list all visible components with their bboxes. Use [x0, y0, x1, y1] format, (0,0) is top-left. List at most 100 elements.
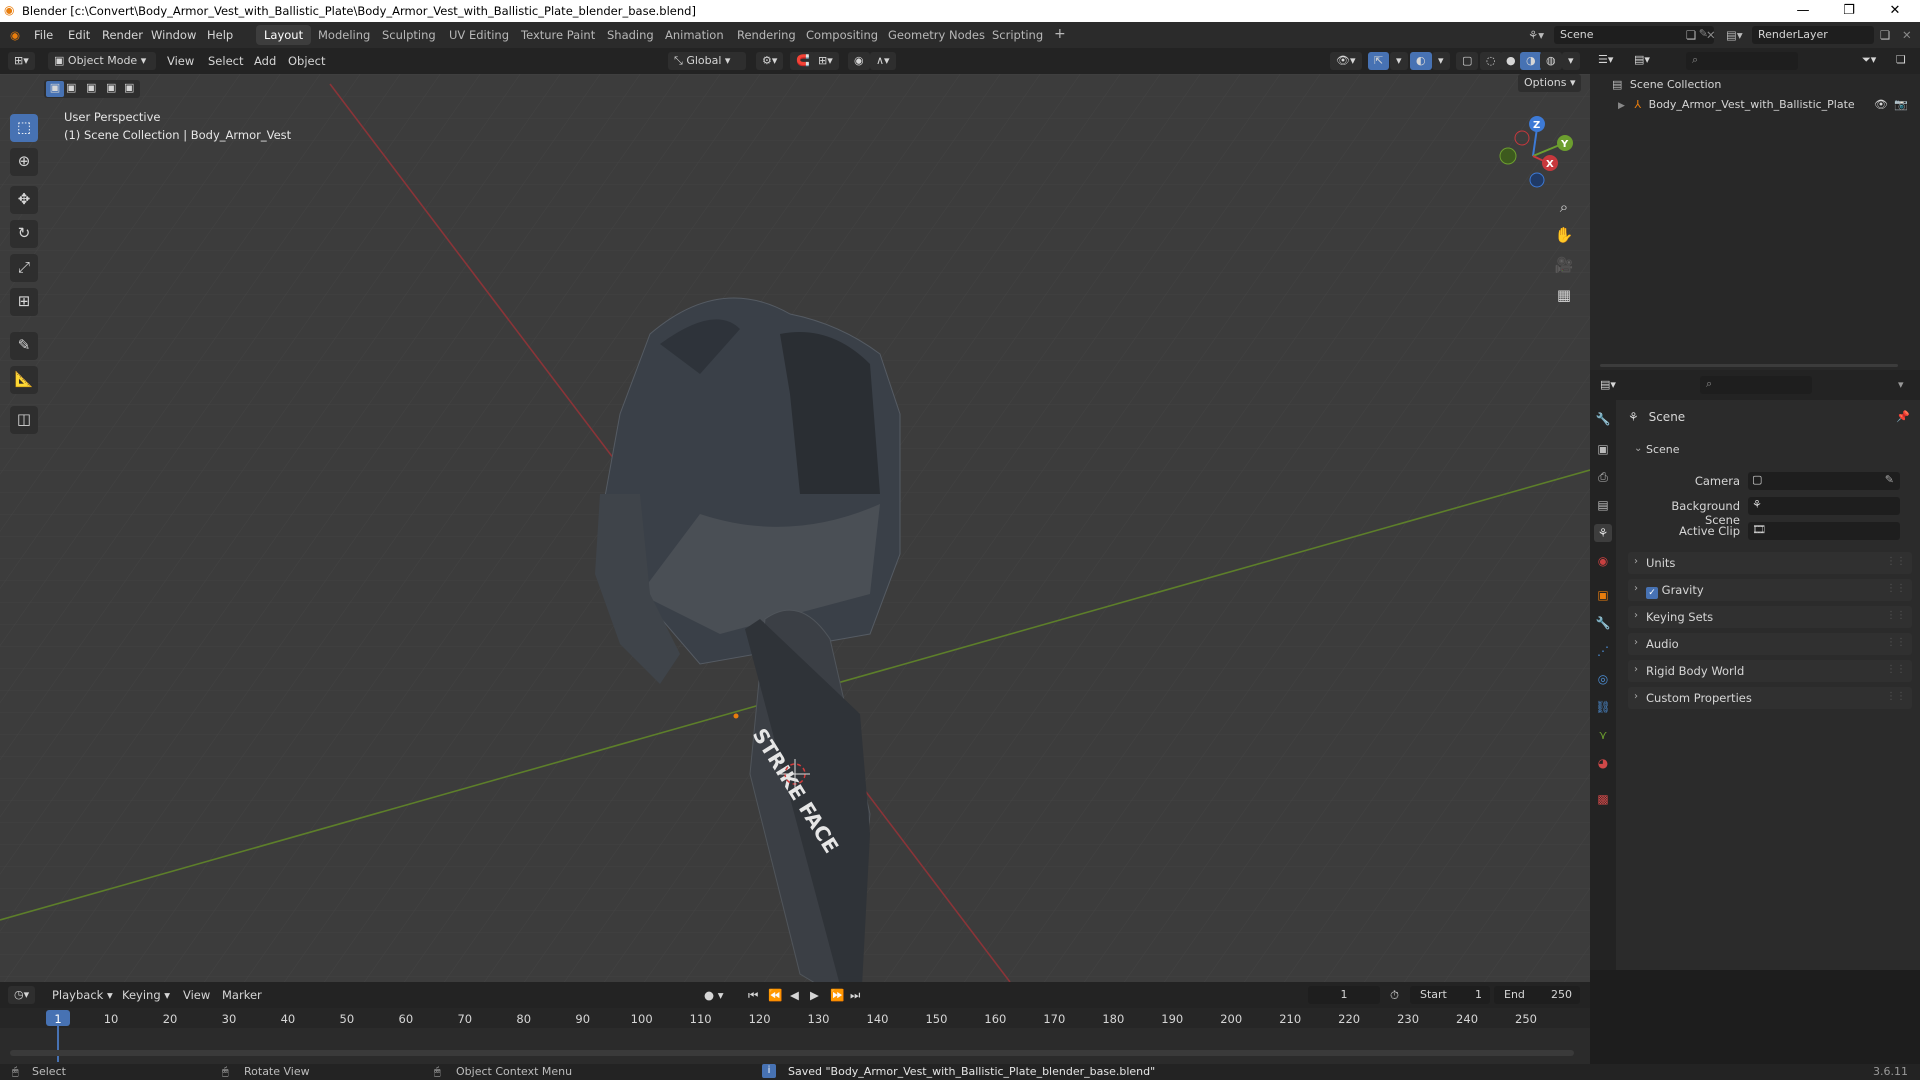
eyedropper-icon[interactable]: ✎	[1885, 473, 1894, 486]
menu-object[interactable]: Object	[288, 54, 325, 68]
audio-panel[interactable]: › Audio ⋮⋮	[1628, 633, 1912, 655]
outliner-item[interactable]: ▶ ⅄ Body_Armor_Vest_with_Ballistic_Plate…	[1618, 98, 1914, 116]
gizmo-toggle-icon[interactable]: ⇱	[1368, 52, 1390, 70]
camera-view-icon[interactable]: 🎥	[1550, 252, 1578, 278]
overlays-toggle-icon[interactable]: ◐	[1410, 52, 1432, 70]
modifier-tab-icon[interactable]: 🔧	[1594, 614, 1612, 632]
snap-target-icon[interactable]: ⊞▾	[812, 52, 839, 70]
camera-field[interactable]: ▢ ✎	[1748, 472, 1900, 490]
proportional-edit-icon[interactable]: ◉	[848, 52, 870, 70]
object-tab-icon[interactable]: ▣	[1594, 586, 1612, 604]
cursor-tool-icon[interactable]: ⊕	[10, 148, 38, 176]
scene-selector-icon[interactable]: ⚘▾	[1528, 28, 1544, 42]
material-tab-icon[interactable]: ◕	[1594, 754, 1612, 772]
new-collection-icon[interactable]: ❏	[1896, 53, 1906, 66]
outliner-scrollbar[interactable]	[1600, 364, 1898, 367]
play-icon[interactable]: ▶	[810, 988, 819, 1002]
current-frame-field[interactable]: 1	[1308, 986, 1380, 1004]
tab-geometry-nodes[interactable]: Geometry Nodes	[880, 25, 993, 45]
start-frame-field[interactable]: Start 1	[1410, 986, 1490, 1004]
falloff-icon[interactable]: ∧▾	[870, 52, 896, 70]
data-tab-icon[interactable]: ⋎	[1594, 726, 1612, 744]
move-tool-icon[interactable]: ✥	[10, 186, 38, 214]
tab-texture-paint[interactable]: Texture Paint	[513, 25, 603, 45]
maximize-button[interactable]: ❐	[1826, 0, 1872, 22]
timeline-scrollbar[interactable]	[10, 1050, 1574, 1056]
visibility-icon[interactable]: 👁▾	[1330, 52, 1362, 70]
close-button[interactable]: ✕	[1872, 0, 1918, 22]
select-extend-icon[interactable]: ▣	[66, 81, 76, 94]
timeline-editor-type-icon[interactable]: ◷▾	[8, 986, 36, 1004]
tab-modeling[interactable]: Modeling	[310, 25, 378, 45]
rotate-tool-icon[interactable]: ↻	[10, 220, 38, 248]
world-tab-icon[interactable]: ◉	[1594, 552, 1612, 570]
delete-scene-icon[interactable]: ✕	[1706, 28, 1716, 42]
tab-rendering[interactable]: Rendering	[729, 25, 804, 45]
zoom-icon[interactable]: ⌕	[1550, 194, 1578, 220]
orthographic-toggle-icon[interactable]: ▦	[1550, 282, 1578, 308]
visibility-eye-icon[interactable]: 👁	[1874, 98, 1888, 111]
gravity-panel[interactable]: › ✓ Gravity ⋮⋮	[1628, 579, 1912, 601]
display-mode-icon[interactable]: ▤▾	[1634, 53, 1650, 66]
timeline-body[interactable]: 1 10 20 30 40 50 60 70 80 90 100 110 120 130 140 150 160…	[0, 1008, 1590, 1064]
mode-dropdown[interactable]: ▣ Object Mode ▾	[48, 52, 156, 70]
add-cube-tool-icon[interactable]: ◫	[10, 406, 38, 434]
auto-keying-icon[interactable]: ● ▾	[704, 988, 723, 1002]
annotate-tool-icon[interactable]: ✎	[10, 332, 38, 360]
menu-select[interactable]: Select	[208, 54, 243, 68]
xray-toggle-icon[interactable]: ▢	[1456, 52, 1479, 70]
constraints-tab-icon[interactable]: ⛓	[1594, 698, 1612, 716]
tab-sculpting[interactable]: Sculpting	[374, 25, 444, 45]
output-tab-icon[interactable]: ⎙	[1594, 468, 1612, 486]
outliner-search-input[interactable]: ⌕	[1686, 52, 1798, 70]
filter-icon[interactable]: ⏷▾	[1862, 53, 1876, 67]
expand-arrow-icon[interactable]: ▶	[1618, 101, 1625, 111]
end-frame-field[interactable]: End 250	[1494, 986, 1580, 1004]
new-scene-icon[interactable]: ❏	[1686, 28, 1696, 42]
tab-layout[interactable]: Layout	[256, 25, 312, 45]
view-layer-tab-icon[interactable]: ▤	[1594, 496, 1612, 514]
particles-tab-icon[interactable]: ⋰	[1594, 642, 1612, 660]
scale-tool-icon[interactable]: ⤢	[10, 254, 38, 282]
outliner-editor-type-icon[interactable]: ☰▾	[1598, 53, 1613, 66]
rigid-body-world-panel[interactable]: › Rigid Body World ⋮⋮	[1628, 660, 1912, 682]
rendered-shading-icon[interactable]: ◍	[1540, 52, 1562, 70]
properties-editor-type-icon[interactable]: ▤▾	[1600, 378, 1616, 391]
new-view-layer-icon[interactable]: ❏	[1880, 28, 1890, 42]
tool-tab-icon[interactable]: 🔧	[1594, 410, 1612, 428]
editor-type-button[interactable]: ⊞▾	[8, 52, 35, 70]
add-workspace-button[interactable]: +	[1046, 25, 1074, 45]
select-invert-icon[interactable]: ▣	[106, 81, 116, 94]
menu-add[interactable]: Add	[254, 54, 276, 68]
minimize-button[interactable]: —	[1780, 0, 1826, 22]
blender-menu-icon[interactable]: ◉	[10, 28, 20, 42]
custom-properties-panel[interactable]: › Custom Properties ⋮⋮	[1628, 687, 1912, 709]
wireframe-shading-icon[interactable]: ◌	[1480, 52, 1502, 70]
pin-icon[interactable]: 📌	[1896, 410, 1910, 423]
units-panel[interactable]: › Units ⋮⋮	[1628, 552, 1912, 574]
menu-timeline-view[interactable]: View	[183, 988, 210, 1002]
properties-search-input[interactable]: ⌕	[1700, 376, 1812, 394]
measure-tool-icon[interactable]: 📐	[10, 366, 38, 394]
render-camera-icon[interactable]: 📷	[1894, 98, 1908, 111]
3d-viewport[interactable]: STRIKE FACE Z Y X ▣ ▣ ▣ ▣ ▣ User Perspec…	[0, 74, 1590, 982]
solid-shading-icon[interactable]: ●	[1500, 52, 1522, 70]
material-shading-icon[interactable]: ◑	[1520, 52, 1542, 70]
menu-view[interactable]: View	[167, 54, 194, 68]
texture-tab-icon[interactable]: ▩	[1594, 790, 1612, 808]
physics-tab-icon[interactable]: ◎	[1594, 670, 1612, 688]
select-box-tool-icon[interactable]: ⬚	[10, 114, 38, 142]
jump-end-icon[interactable]: ⏭	[850, 988, 860, 1003]
select-intersect-icon[interactable]: ▣	[124, 81, 134, 94]
menu-help[interactable]: Help	[207, 28, 233, 42]
prev-keyframe-icon[interactable]: ⏪	[768, 988, 782, 1002]
options-dropdown[interactable]: Options ▾	[1518, 74, 1582, 92]
tab-animation[interactable]: Animation	[657, 25, 732, 45]
tab-scripting[interactable]: Scripting	[984, 25, 1051, 45]
scene-collection-row[interactable]: ▤ Scene Collection	[1612, 78, 1721, 91]
delete-view-layer-icon[interactable]: ✕	[1902, 28, 1912, 42]
overlays-dropdown-icon[interactable]: ▾	[1432, 52, 1450, 70]
menu-marker[interactable]: Marker	[222, 988, 262, 1002]
scene-section-header[interactable]: ⌄ Scene	[1628, 440, 1912, 460]
options-chevron-icon[interactable]: ▾	[1898, 378, 1904, 391]
